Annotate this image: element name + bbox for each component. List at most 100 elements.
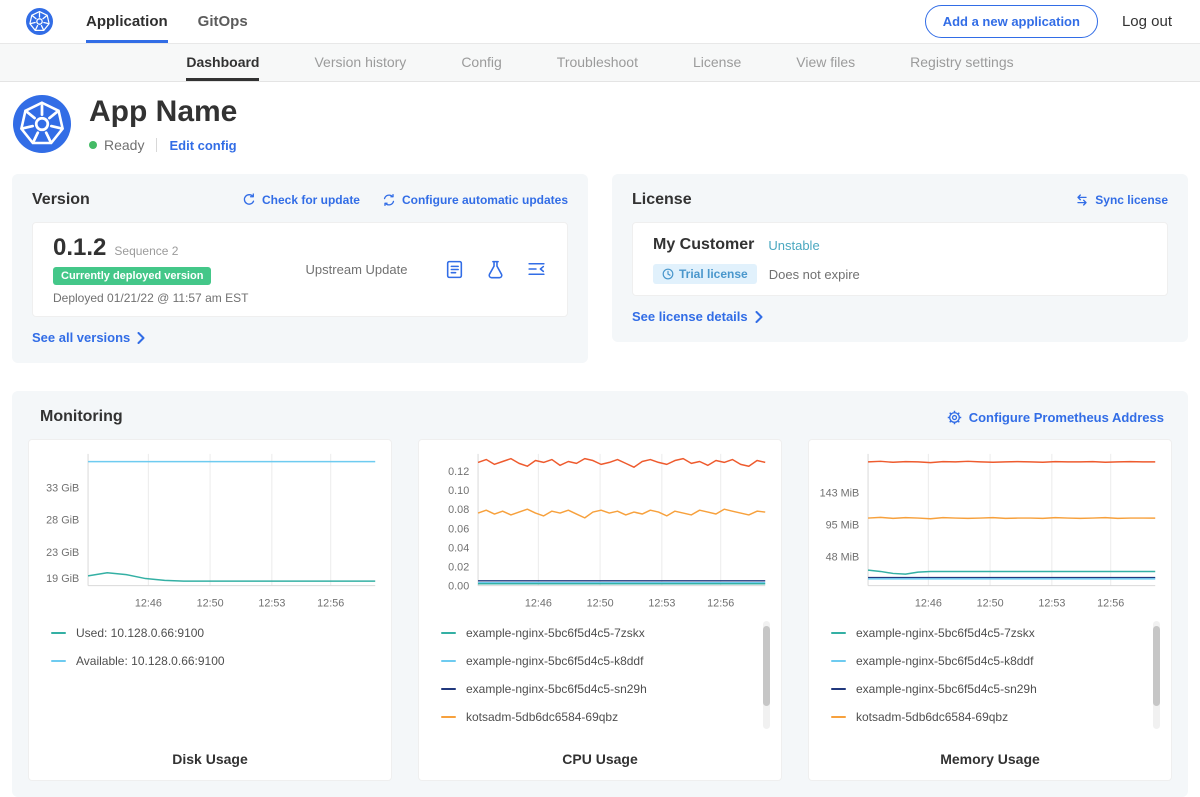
version-number: 0.1.2 xyxy=(53,234,106,262)
legend-item: example-nginx-5bc6f5d4c5-k8ddf xyxy=(441,647,751,675)
svg-text:12:56: 12:56 xyxy=(1097,597,1124,609)
nav-tab-gitops[interactable]: GitOps xyxy=(198,0,248,43)
tab-view-files[interactable]: View files xyxy=(796,44,855,81)
topnav-tabs: Application GitOps xyxy=(86,0,248,43)
divider xyxy=(156,138,157,152)
svg-text:0.02: 0.02 xyxy=(448,561,469,573)
tab-dashboard[interactable]: Dashboard xyxy=(186,44,259,81)
svg-text:0.00: 0.00 xyxy=(448,581,469,593)
legend-item: example-nginx-5bc6f5d4c5-sn29h xyxy=(831,675,1141,703)
svg-text:12:46: 12:46 xyxy=(915,597,942,609)
memory-usage-legend: example-nginx-5bc6f5d4c5-7zskx example-ng… xyxy=(809,617,1171,731)
legend-label: Used: 10.128.0.66:9100 xyxy=(76,626,204,640)
gear-icon xyxy=(947,410,962,425)
legend-label: example-nginx-5bc6f5d4c5-7zskx xyxy=(856,626,1035,640)
legend-color-dash xyxy=(831,660,846,662)
cpu-usage-chart-title: CPU Usage xyxy=(419,751,781,767)
legend-label: example-nginx-5bc6f5d4c5-sn29h xyxy=(856,682,1037,696)
legend-item: Available: 10.128.0.66:9100 xyxy=(51,647,361,675)
check-for-update-link[interactable]: Check for update xyxy=(242,193,360,207)
svg-text:12:56: 12:56 xyxy=(317,597,344,609)
clock-icon xyxy=(662,268,674,280)
svg-text:28 GiB: 28 GiB xyxy=(46,515,79,527)
add-application-button[interactable]: Add a new application xyxy=(925,5,1098,38)
license-channel: Unstable xyxy=(768,238,819,253)
tab-version-history[interactable]: Version history xyxy=(314,44,406,81)
view-config-icon[interactable] xyxy=(526,259,547,280)
cpu-usage-chart-card: 12:4612:5012:5312:560.120.100.080.060.04… xyxy=(418,439,782,781)
disk-usage-chart-card: 12:4612:5012:5312:5633 GiB28 GiB23 GiB19… xyxy=(28,439,392,781)
sync-license-label: Sync license xyxy=(1095,193,1168,207)
legend-label: example-nginx-5bc6f5d4c5-k8ddf xyxy=(856,654,1033,668)
license-card: License Sync license My Customer Unstabl… xyxy=(612,174,1188,342)
legend-label: kotsadm-5db6dc6584-69qbz xyxy=(466,710,618,724)
legend-item: Used: 10.128.0.66:9100 xyxy=(51,619,361,647)
legend-label: Available: 10.128.0.66:9100 xyxy=(76,654,225,668)
edit-config-link[interactable]: Edit config xyxy=(169,138,236,153)
legend-item: example-nginx-5bc6f5d4c5-7zskx xyxy=(831,619,1141,647)
svg-text:19 GiB: 19 GiB xyxy=(46,573,79,585)
svg-text:0.04: 0.04 xyxy=(448,542,469,554)
monitoring-title: Monitoring xyxy=(40,408,123,426)
memory-usage-chart-title: Memory Usage xyxy=(809,751,1171,767)
legend-scrollbar xyxy=(1153,621,1160,729)
legend-color-dash xyxy=(441,716,456,718)
auto-update-icon xyxy=(382,193,396,207)
version-card: Version Check for update Configure autom… xyxy=(12,174,588,363)
logout-link[interactable]: Log out xyxy=(1122,13,1172,30)
app-logo-icon xyxy=(13,95,71,153)
tab-license[interactable]: License xyxy=(693,44,741,81)
cpu-usage-chart: 12:4612:5012:5312:560.120.100.080.060.04… xyxy=(419,440,781,613)
svg-text:0.08: 0.08 xyxy=(448,504,469,516)
svg-text:0.10: 0.10 xyxy=(448,485,469,497)
svg-text:33 GiB: 33 GiB xyxy=(46,482,79,494)
tab-troubleshoot[interactable]: Troubleshoot xyxy=(557,44,638,81)
release-notes-icon[interactable] xyxy=(444,259,465,280)
svg-text:48 MiB: 48 MiB xyxy=(826,551,860,563)
license-type-label: Trial license xyxy=(679,267,748,281)
legend-label: example-nginx-5bc6f5d4c5-sn29h xyxy=(466,682,647,696)
legend-color-dash xyxy=(831,688,846,690)
deployed-timestamp: Deployed 01/21/22 @ 11:57 am EST xyxy=(53,291,269,305)
svg-text:0.06: 0.06 xyxy=(448,523,469,535)
legend-item: example-nginx-5bc6f5d4c5-sn29h xyxy=(441,675,751,703)
license-expiry: Does not expire xyxy=(769,267,860,282)
cards-row: Version Check for update Configure autom… xyxy=(0,174,1200,363)
legend-color-dash xyxy=(831,632,846,634)
see-all-versions-link[interactable]: See all versions xyxy=(32,330,145,345)
disk-usage-legend: Used: 10.128.0.66:9100 Available: 10.128.… xyxy=(29,617,391,675)
legend-scrollbar-thumb[interactable] xyxy=(763,626,770,706)
version-sequence: Sequence 2 xyxy=(114,244,178,258)
legend-scrollbar xyxy=(763,621,770,729)
sync-license-link[interactable]: Sync license xyxy=(1075,193,1168,207)
refresh-icon xyxy=(242,193,256,207)
svg-text:143 MiB: 143 MiB xyxy=(820,487,860,499)
app-subnav: Dashboard Version history Config Trouble… xyxy=(0,44,1200,82)
monitoring-section: Monitoring Configure Prometheus Address … xyxy=(12,391,1188,797)
configure-prometheus-link[interactable]: Configure Prometheus Address xyxy=(947,410,1164,425)
configure-auto-updates-link[interactable]: Configure automatic updates xyxy=(382,193,568,207)
see-license-details-link[interactable]: See license details xyxy=(632,309,763,324)
disk-usage-chart-title: Disk Usage xyxy=(29,751,391,767)
app-status-text: Ready xyxy=(104,137,144,153)
tab-config[interactable]: Config xyxy=(461,44,501,81)
legend-color-dash xyxy=(51,632,66,634)
tab-registry-settings[interactable]: Registry settings xyxy=(910,44,1013,81)
kubernetes-logo-icon[interactable] xyxy=(26,8,53,35)
legend-scrollbar-thumb[interactable] xyxy=(1153,626,1160,706)
disk-usage-chart: 12:4612:5012:5312:5633 GiB28 GiB23 GiB19… xyxy=(29,440,391,613)
nav-tab-application[interactable]: Application xyxy=(86,0,168,43)
upstream-update-label: Upstream Update xyxy=(269,262,444,277)
license-summary-box: My Customer Unstable Trial license Does … xyxy=(632,222,1168,296)
svg-text:12:50: 12:50 xyxy=(197,597,224,609)
svg-text:23 GiB: 23 GiB xyxy=(46,547,79,559)
cpu-usage-legend: example-nginx-5bc6f5d4c5-7zskxexample-ng… xyxy=(419,617,781,731)
check-for-update-label: Check for update xyxy=(262,193,360,207)
svg-text:12:53: 12:53 xyxy=(258,597,285,609)
current-version-box: 0.1.2 Sequence 2 Currently deployed vers… xyxy=(32,222,568,317)
preflight-checks-icon[interactable] xyxy=(485,259,506,280)
svg-text:12:50: 12:50 xyxy=(977,597,1004,609)
license-card-title: License xyxy=(632,191,692,209)
svg-text:12:56: 12:56 xyxy=(707,597,734,609)
app-title: App Name xyxy=(89,95,237,129)
